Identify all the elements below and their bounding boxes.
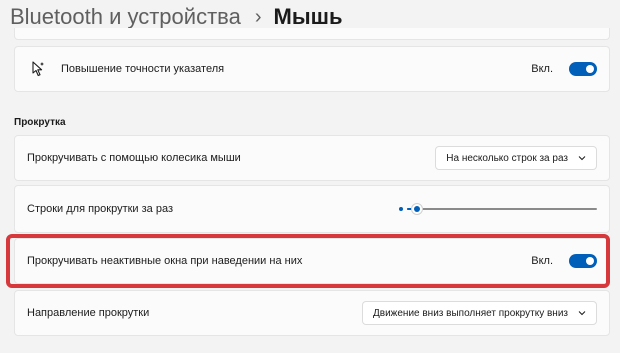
- pointer-precision-state: Вкл.: [531, 63, 553, 75]
- inactive-scroll-toggle[interactable]: [569, 254, 597, 268]
- wheel-scroll-dropdown-value: На несколько строк за раз: [446, 152, 568, 164]
- wheel-scroll-card: Прокручивать с помощью колесика мыши На …: [14, 135, 610, 181]
- pointer-precision-label: Повышение точности указателя: [61, 63, 225, 75]
- scroll-section-title: Прокрутка: [14, 117, 66, 128]
- previous-setting-card: [14, 28, 610, 40]
- inactive-scroll-state: Вкл.: [531, 255, 553, 267]
- scroll-direction-dropdown-value: Движение вниз выполняет прокрутку вниз: [373, 307, 568, 319]
- lines-per-scroll-slider[interactable]: [399, 202, 597, 216]
- pointer-precision-toggle[interactable]: [569, 62, 597, 76]
- toggle-knob: [586, 65, 594, 73]
- slider-thumb[interactable]: [411, 203, 423, 215]
- toggle-knob: [586, 257, 594, 265]
- inactive-scroll-card: Прокручивать неактивные окна при наведен…: [14, 238, 610, 284]
- scroll-direction-dropdown[interactable]: Движение вниз выполняет прокрутку вниз: [362, 301, 597, 325]
- chevron-down-icon: [578, 156, 586, 161]
- slider-min-marker: [399, 207, 403, 211]
- page-title: Мышь: [273, 4, 343, 29]
- scroll-direction-label: Направление прокрутки: [27, 307, 150, 319]
- slider-rail: [407, 208, 597, 210]
- lines-per-scroll-card: Строки для прокрутки за раз: [14, 185, 610, 233]
- wheel-scroll-dropdown[interactable]: На несколько строк за раз: [435, 146, 597, 170]
- breadcrumb-separator-icon: ›: [254, 5, 262, 28]
- inactive-scroll-label: Прокручивать неактивные окна при наведен…: [27, 255, 303, 267]
- wheel-scroll-label: Прокручивать с помощью колесика мыши: [27, 152, 241, 164]
- scroll-direction-card: Направление прокрутки Движение вниз выпо…: [14, 290, 610, 336]
- breadcrumb-parent-link[interactable]: Bluetooth и устройства: [10, 4, 241, 30]
- pointer-sparkle-icon: [27, 58, 49, 80]
- pointer-precision-card: Повышение точности указателя Вкл.: [14, 46, 610, 92]
- chevron-down-icon: [578, 311, 586, 316]
- lines-per-scroll-label: Строки для прокрутки за раз: [27, 203, 174, 215]
